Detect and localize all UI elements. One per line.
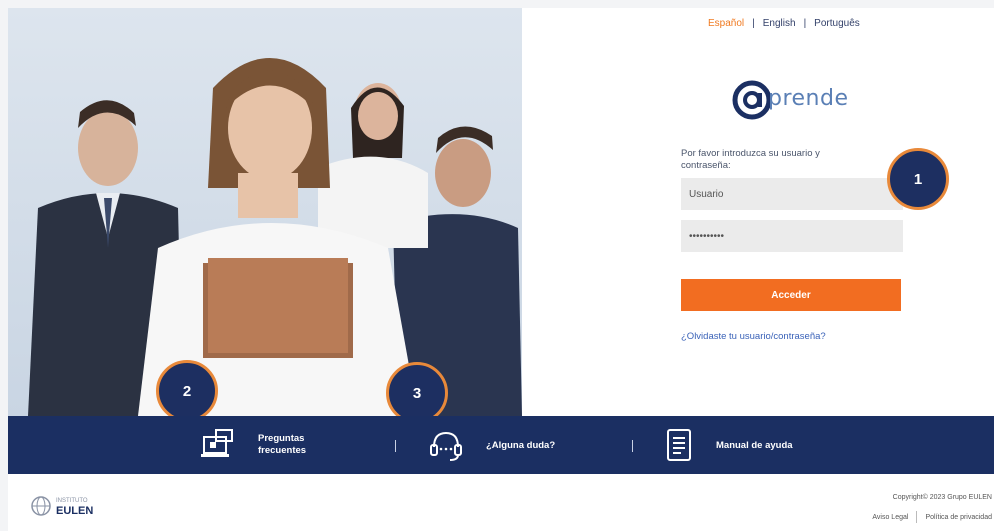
callout-badge-2: 2	[156, 360, 218, 422]
legal-divider	[916, 511, 918, 523]
logo-wordmark: prende	[768, 86, 849, 111]
faq-link[interactable]: Preguntas frecuentes	[200, 416, 306, 474]
language-spanish-link[interactable]: Español	[708, 18, 744, 29]
eulen-globe-icon	[31, 496, 51, 516]
faq-laptop-icon	[200, 427, 236, 463]
faq-label-line1: Preguntas	[258, 433, 305, 444]
copyright-text: Copyright© 2023 Grupo EULEN	[892, 494, 992, 501]
login-prompt: Por favor introduzca su usuario y contra…	[681, 148, 820, 171]
hero-image	[8, 8, 522, 416]
question-label: ¿Alguna duda?	[486, 439, 556, 451]
callout-badge-3: 3	[386, 362, 448, 424]
language-divider: |	[752, 18, 755, 29]
manual-label: Manual de ayuda	[716, 439, 793, 451]
help-bar: Preguntas frecuentes ¿Alguna duda? Manua…	[8, 416, 994, 474]
brand-name: EULEN	[56, 505, 94, 517]
manual-link[interactable]: Manual de ayuda	[664, 416, 793, 474]
aprende-logo: prende	[732, 80, 872, 120]
language-divider: |	[803, 18, 807, 29]
login-button[interactable]: Acceder	[681, 279, 901, 311]
forgot-credentials-link[interactable]: ¿Olvidaste tu usuario/contraseña?	[681, 331, 826, 342]
hero-people-illustration	[8, 8, 522, 416]
privacy-policy-link[interactable]: Política de privacidad	[925, 514, 992, 521]
document-icon	[664, 427, 694, 463]
faq-label-line2: frecuentes	[258, 445, 307, 456]
legal-links: Aviso Legal Política de privacidad	[872, 511, 992, 523]
language-portuguese-link[interactable]: Português	[814, 18, 860, 29]
help-bar-divider	[395, 440, 396, 452]
headset-icon	[428, 427, 464, 463]
at-symbol-icon	[732, 80, 772, 120]
language-selector: Español | English | Português	[708, 18, 928, 29]
language-english-link[interactable]: English	[763, 18, 796, 29]
help-bar-divider	[632, 440, 633, 452]
page-frame: Español | English | Português prende Por…	[8, 8, 994, 531]
legal-notice-link[interactable]: Aviso Legal	[872, 514, 908, 521]
eulen-brand: INSTITUTO EULEN	[30, 495, 93, 517]
question-link[interactable]: ¿Alguna duda?	[428, 416, 555, 474]
username-input[interactable]	[681, 178, 903, 210]
callout-badge-1: 1	[887, 148, 949, 210]
password-input[interactable]	[681, 220, 903, 252]
